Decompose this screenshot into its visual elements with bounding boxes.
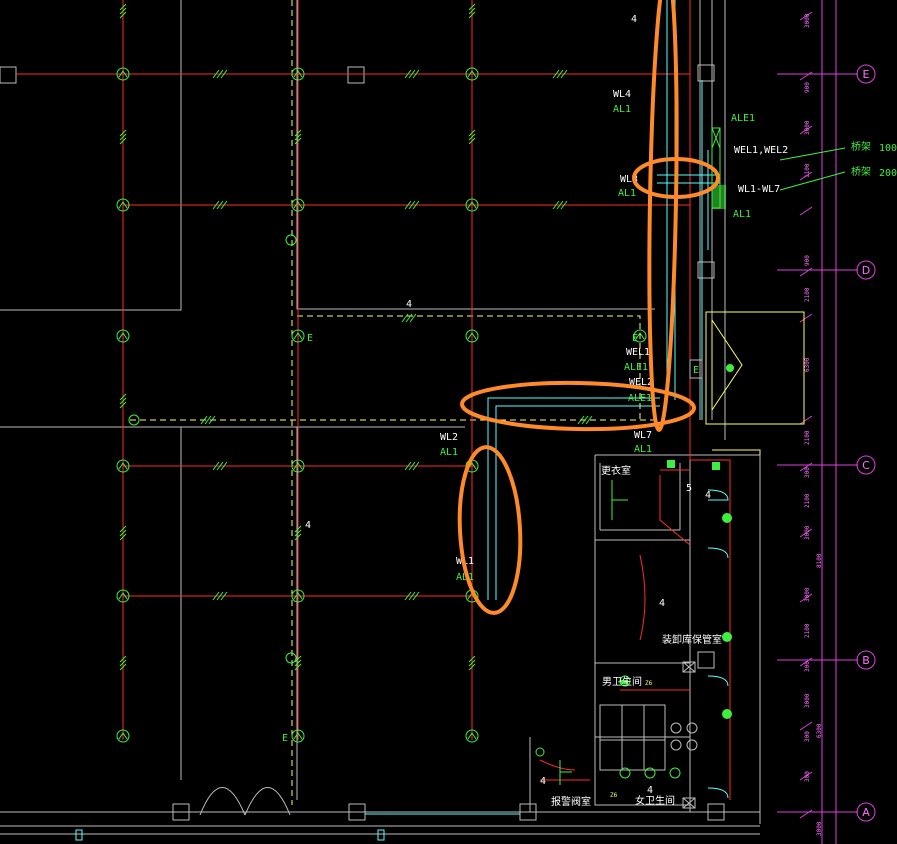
svg-text:3000: 3000 xyxy=(804,587,811,602)
svg-text:AL1: AL1 xyxy=(733,209,751,220)
svg-text:6300: 6300 xyxy=(804,357,811,372)
svg-text:WL7: WL7 xyxy=(634,430,652,441)
svg-text:300: 300 xyxy=(804,771,811,782)
svg-text:4: 4 xyxy=(406,299,412,310)
svg-text:A: A xyxy=(862,806,870,819)
svg-text:E: E xyxy=(307,333,313,344)
cad-drawing-canvas[interactable]: 3000 900 3000 1100 900 2100 6300 2100 30… xyxy=(0,0,897,844)
svg-text:Z6: Z6 xyxy=(610,792,618,799)
svg-text:AL1: AL1 xyxy=(618,188,636,199)
svg-text:WL2: WL2 xyxy=(440,432,458,443)
svg-text:200: 200 xyxy=(879,168,897,179)
svg-text:ALE1: ALE1 xyxy=(624,362,648,373)
svg-text:4: 4 xyxy=(305,520,311,531)
svg-text:3000: 3000 xyxy=(816,821,823,836)
svg-text:300: 300 xyxy=(804,467,811,478)
svg-text:E: E xyxy=(282,733,288,744)
svg-text:D: D xyxy=(862,264,870,277)
svg-text:WEL1,WEL2: WEL1,WEL2 xyxy=(734,145,788,156)
svg-text:4: 4 xyxy=(659,598,665,609)
svg-text:2100: 2100 xyxy=(804,623,811,638)
svg-text:桥架: 桥架 xyxy=(851,141,871,153)
svg-text:WL4: WL4 xyxy=(613,89,631,100)
svg-text:900: 900 xyxy=(804,255,811,266)
svg-text:女卫生间: 女卫生间 xyxy=(635,794,675,807)
svg-text:3000: 3000 xyxy=(804,13,811,28)
svg-text:300: 300 xyxy=(804,661,811,672)
svg-text:1002: 1002 xyxy=(879,143,897,154)
svg-text:3000: 3000 xyxy=(804,525,811,540)
svg-text:E: E xyxy=(693,365,699,376)
svg-text:ALE1: ALE1 xyxy=(628,393,652,404)
svg-text:6300: 6300 xyxy=(816,723,823,738)
svg-text:C: C xyxy=(862,459,870,472)
svg-text:WEL1: WEL1 xyxy=(626,347,650,358)
svg-text:E: E xyxy=(632,333,638,344)
svg-text:E: E xyxy=(863,68,870,81)
svg-text:AL1: AL1 xyxy=(440,447,458,458)
svg-text:Z6: Z6 xyxy=(645,680,653,687)
svg-text:男卫生间: 男卫生间 xyxy=(602,675,642,688)
svg-text:4: 4 xyxy=(647,785,653,796)
svg-text:更衣室: 更衣室 xyxy=(601,464,631,477)
svg-text:4: 4 xyxy=(705,490,711,501)
svg-text:B: B xyxy=(862,654,870,667)
svg-text:桥架: 桥架 xyxy=(851,166,871,178)
svg-text:WL1-WL7: WL1-WL7 xyxy=(738,184,780,195)
svg-text:装卸库保管室: 装卸库保管室 xyxy=(662,633,722,646)
svg-text:3000: 3000 xyxy=(804,693,811,708)
svg-text:1100: 1100 xyxy=(804,163,811,178)
svg-text:2100: 2100 xyxy=(804,287,811,302)
svg-text:300: 300 xyxy=(804,731,811,742)
svg-text:5: 5 xyxy=(686,483,692,494)
svg-text:4: 4 xyxy=(540,776,546,787)
svg-text:2100: 2100 xyxy=(804,430,811,445)
svg-text:3000: 3000 xyxy=(804,120,811,135)
svg-text:900: 900 xyxy=(804,82,811,93)
svg-text:ALE1: ALE1 xyxy=(731,113,755,124)
svg-text:报警阀室: 报警阀室 xyxy=(551,795,591,808)
svg-text:AL1: AL1 xyxy=(613,104,631,115)
svg-text:2100: 2100 xyxy=(804,493,811,508)
svg-text:8100: 8100 xyxy=(816,553,823,568)
svg-text:AL1: AL1 xyxy=(634,444,652,455)
svg-text:4: 4 xyxy=(631,14,637,25)
